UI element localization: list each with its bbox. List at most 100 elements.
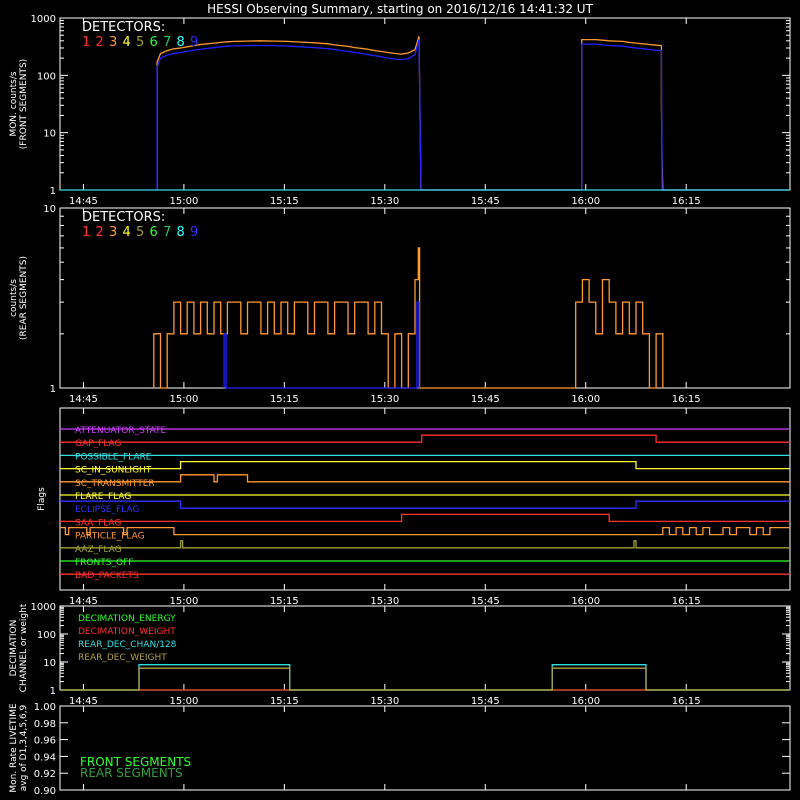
flag-label: ECLIPSE_FLAG [75,505,139,515]
flag-label: BAD_PACKETS [75,571,139,581]
y-tick-label: 0.98 [34,719,56,730]
detector-6-label: 6 [150,225,158,240]
x-tick-label: 15:15 [270,196,299,207]
y-axis-label-line: (FRONT SEGMENTS) [19,59,29,149]
x-tick-label: 15:15 [270,596,299,607]
x-tick-label: 15:00 [169,394,198,405]
x-tick-label: 15:30 [370,696,399,707]
y-axis-label: counts/s (REAR SEGMENTS) [9,256,29,340]
x-tick-label: 15:15 [270,696,299,707]
flag-line-sc-transmitter [60,474,790,483]
flag-label: SC_TRANSMITTER [75,479,155,489]
decimation-legend-entry: DECIMATION_WEIGHT [78,627,176,637]
flag-label: SC_IN_SUNLIGHT [75,466,152,476]
x-tick-label: 16:00 [571,196,600,207]
x-tick-label: 15:15 [270,394,299,405]
y-tick-label: 1 [50,186,56,197]
flag-label: AAZ_FLAG [75,545,122,555]
y-axis-label-line: Mon. Rate LIVETIME [9,703,19,793]
series-line-orange [153,247,664,389]
x-tick-label: 14:45 [69,696,98,707]
y-axis-label: DECIMATION CHANNEL or weight [9,603,29,692]
y-tick-label: 0.96 [34,736,56,747]
detector-2-label: 2 [96,225,104,240]
detectors-label: DETECTORS: [82,210,165,225]
decimation-legend-entry: REAR_DEC_CHAN/128 [78,640,177,650]
detector-1-label: 1 [82,225,90,240]
x-tick-label: 14:45 [69,394,98,405]
flag-line-particle-flag [60,526,790,536]
y-axis-label: Flags [37,487,47,511]
series-line-rear-dec-weight [60,667,790,691]
detector-7-label: 7 [163,225,171,240]
y-tick-label: 1.00 [34,702,56,713]
detector-1-label: 1 [82,35,90,50]
chart-title: HESSI Observing Summary, starting on 201… [207,2,593,16]
x-tick-label: 14:45 [69,196,98,207]
flag-line-gap-flag [60,434,790,443]
y-axis-label: Mon. Rate LIVETIME avg of D1,3,4,5,6,9 [9,703,29,793]
detector-6-label: 6 [150,35,158,50]
detectors-label: DETECTORS: [82,20,165,35]
decimation-legend-entry: REAR_DEC_WEIGHT [78,653,167,663]
decimation-legend-entry: DECIMATION_ENERGY [78,614,176,624]
flag-label: ATTENUATOR_STATE [75,426,167,436]
y-tick-label: 10 [43,658,56,669]
y-tick-label: 1000 [31,602,56,613]
x-tick-label: 15:00 [169,696,198,707]
y-tick-label: 100 [37,630,56,641]
detector-3-label: 3 [109,225,117,240]
x-tick-label: 16:00 [571,696,600,707]
x-tick-label: 15:45 [471,394,500,405]
x-tick-label: 15:30 [370,596,399,607]
detector-4-label: 4 [123,225,131,240]
detector-8-label: 8 [177,225,185,240]
y-axis-label: MON. counts/s (FRONT SEGMENTS) [9,59,29,149]
decimation-panel: 14:45 15:00 15:15 15:30 15:45 16:00 16:15 1 10 10… [9,602,791,707]
flag-line-aaz-flag [60,540,790,549]
detector-8-label: 8 [177,35,185,50]
x-tick-label: 16:15 [672,394,701,405]
x-tick-label: 16:15 [672,596,701,607]
livetime-legend-entry: REAR SEGMENTS [80,766,183,780]
x-tick-label: 15:30 [370,196,399,207]
detector-4-label: 4 [123,35,131,50]
flag-line-eclipse-flag [60,500,790,509]
y-axis-label-line: DECIMATION [9,620,19,677]
flag-label: FRONTS_OFF [75,558,133,568]
y-axis-label-line: MON. counts/s [9,71,19,136]
detector-9-label: 9 [190,225,198,240]
flag-label: PARTICLE_FLAG [75,532,145,542]
series-line-blue [156,39,790,191]
x-tick-label: 15:45 [471,596,500,607]
detector-5-label: 5 [136,225,144,240]
y-tick-label: 1000 [31,14,56,25]
hessi-summary-plot: HESSI Observing Summary, starting on 201… [9,2,791,797]
x-tick-label: 15:45 [471,196,500,207]
y-tick-label: 1 [50,686,56,697]
flag-label: GAP_FLAG [75,439,121,449]
y-tick-label: 0.90 [34,786,56,797]
detector-7-label: 7 [163,35,171,50]
front-segments-panel: 14:45 15:00 15:15 15:30 15:45 16:00 16:15 1 10 10… [9,14,791,207]
x-tick-label: 16:00 [571,394,600,405]
detector-5-label: 5 [136,35,144,50]
x-tick-label: 16:15 [672,696,701,707]
x-tick-label: 16:00 [571,596,600,607]
x-tick-label: 15:45 [471,696,500,707]
y-axis-label-line: (REAR SEGMENTS) [19,256,29,340]
x-tick-label: 15:00 [169,196,198,207]
flag-line-saa-flag [60,513,790,523]
y-tick-label: 100 [37,71,56,82]
y-tick-label: 1 [50,384,56,395]
flag-label: POSSIBLE_FLARE [75,452,152,462]
x-tick-label: 15:30 [370,394,399,405]
series-line-orange [156,36,790,191]
y-tick-label: 10 [43,129,56,140]
x-tick-label: 15:00 [169,596,198,607]
rear-segments-panel: 14:45 15:00 15:15 15:30 15:45 16:00 16:15 1 10 co… [9,204,791,405]
flag-label: FLARE_FLAG [75,492,131,502]
y-axis-label-line: CHANNEL or weight [19,603,29,692]
y-tick-label: 0.94 [34,752,56,763]
flag-label: SAA_FLAG [75,518,121,528]
